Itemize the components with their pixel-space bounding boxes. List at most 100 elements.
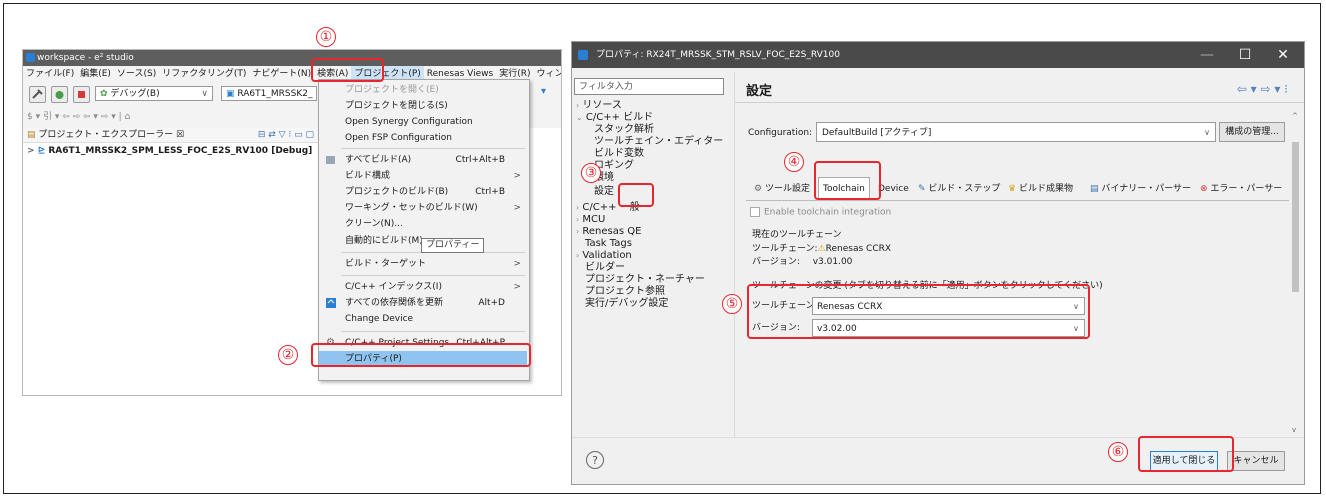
warning-icon: ⚠ bbox=[817, 244, 826, 254]
collapsed-arrow-icon: › bbox=[576, 203, 580, 212]
tab-error-parsers[interactable]: ⊗ エラー・パーサー bbox=[1196, 178, 1286, 200]
menu-item-cpp-index[interactable]: C/C++ インデックス(I) > bbox=[319, 279, 529, 295]
nav-item-resource[interactable]: › リソース bbox=[576, 100, 622, 112]
bug-icon bbox=[55, 91, 64, 99]
nav-item-task-tags[interactable]: Task Tags bbox=[585, 238, 632, 250]
tab-build-steps[interactable]: ✎ ビルド・ステップ bbox=[914, 178, 1004, 200]
menu-item-build-all[interactable]: すべてビルド(A) Ctrl+Alt+B bbox=[319, 152, 529, 168]
menu-item-clean[interactable]: クリーン(N)... bbox=[319, 216, 529, 232]
scrollbar-thumb[interactable] bbox=[1292, 142, 1299, 292]
tab-tool-settings[interactable]: ⚙ ツール設定 bbox=[750, 178, 814, 200]
nav-item-toolchain-editor[interactable]: ツールチェイン・エディター bbox=[594, 136, 723, 148]
current-version-row: バージョン: v3.01.00 bbox=[752, 254, 852, 267]
menu-item-open-fsp[interactable]: Open FSP Configuration bbox=[319, 130, 529, 146]
project-explorer-body: > ⊵ RA6T1_MRSSK2_SPM_LESS_FOC_E2S_RV100 … bbox=[23, 143, 318, 395]
dialog-title: プロパティ: RX24T_MRSSK_STM_RSLV_FOC_E2S_RV10… bbox=[596, 50, 840, 60]
nav-item-stack-analysis[interactable]: スタック解析 bbox=[594, 124, 654, 136]
nav-item-cpp-build[interactable]: ⌄ C/C++ ビルド bbox=[576, 112, 653, 124]
nav-item-run-debug-settings[interactable]: 実行/デバッグ設定 bbox=[585, 298, 668, 310]
chevron-down-icon: ∨ bbox=[201, 89, 208, 99]
tool-settings-icon: ⚙ bbox=[754, 184, 763, 194]
collapsed-arrow-icon: › bbox=[576, 227, 580, 236]
project-dropdown-menu: プロジェクトを開く(E) プロジェクトを閉じる(S) Open Synergy … bbox=[318, 79, 530, 381]
annotation-box-3 bbox=[618, 183, 654, 207]
nav-item-settings[interactable]: 設定 bbox=[594, 186, 614, 198]
launch-mode-label: デバッグ(B) bbox=[110, 89, 160, 99]
nav-item-project-references[interactable]: プロジェクト参照 bbox=[585, 286, 665, 298]
annotation-box-5 bbox=[747, 284, 1090, 339]
tab-build-artifact[interactable]: ♛ ビルド成果物 bbox=[1004, 178, 1077, 200]
binary-parser-icon: ▤ bbox=[1090, 184, 1099, 194]
scroll-up-icon[interactable]: ^ bbox=[1292, 112, 1298, 120]
tab-binary-parsers[interactable]: ▤ バイナリー・パーサー bbox=[1086, 178, 1195, 200]
nav-item-build-variables[interactable]: ビルド変数 bbox=[594, 148, 644, 160]
hammer-build-button[interactable] bbox=[29, 86, 46, 103]
expanded-arrow-icon: ⌄ bbox=[576, 113, 583, 122]
annotation-number-1: ① bbox=[316, 27, 336, 47]
cancel-button[interactable]: キャンセル bbox=[1227, 451, 1285, 471]
expand-arrow-icon: > bbox=[27, 146, 35, 156]
menu-item-close-project[interactable]: プロジェクトを閉じる(S) bbox=[319, 98, 529, 114]
nav-sash[interactable] bbox=[734, 72, 735, 438]
menu-item-build-project[interactable]: プロジェクトのビルド(B) Ctrl+B bbox=[319, 184, 529, 200]
help-icon[interactable]: ? bbox=[586, 451, 604, 469]
close-icon[interactable]: ✕ bbox=[1268, 42, 1298, 68]
build-artifact-icon: ♛ bbox=[1008, 184, 1017, 194]
current-version-label: バージョン: bbox=[752, 257, 800, 267]
current-toolchain-value: Renesas CCRX bbox=[825, 244, 892, 254]
project-tree-node[interactable]: > ⊵ RA6T1_MRSSK2_SPM_LESS_FOC_E2S_RV100 … bbox=[27, 146, 312, 156]
menu-refactor[interactable]: リファクタリング(T) bbox=[159, 66, 249, 82]
menu-item-build-config[interactable]: ビルド構成 > bbox=[319, 168, 529, 184]
configuration-value: DefaultBuild [アクティブ] bbox=[822, 128, 932, 138]
refresh-dependencies-icon bbox=[326, 298, 336, 308]
chip-icon: ▣ bbox=[226, 89, 235, 99]
history-nav-arrows[interactable]: ⇦ ▾ ⇨ ▾ ⁝ bbox=[1237, 82, 1288, 96]
stop-button[interactable] bbox=[73, 86, 90, 103]
menu-item-build-working-set[interactable]: ワーキング・セットのビルド(W) > bbox=[319, 200, 529, 216]
manage-configurations-button[interactable]: 構成の管理... bbox=[1219, 122, 1285, 142]
menu-navigate[interactable]: ナビゲート(N) bbox=[249, 66, 314, 82]
launch-mode-combo[interactable]: ✿ デバッグ(B) ∨ bbox=[95, 86, 213, 101]
explorer-view-icons[interactable]: ⊟ ⇄ ▽ ⁝ ▭ ▢ bbox=[258, 128, 314, 143]
window-title: workspace - e² studio bbox=[37, 53, 134, 63]
nav-item-project-natures[interactable]: プロジェクト・ネーチャー bbox=[585, 274, 705, 286]
current-toolchain-group-title: 現在のツールチェーン bbox=[752, 230, 842, 240]
nav-item-validation[interactable]: › Validation bbox=[576, 250, 632, 262]
annotation-number-2: ② bbox=[278, 345, 298, 365]
header-separator bbox=[735, 102, 1304, 103]
menu-item-open-synergy[interactable]: Open Synergy Configuration bbox=[319, 114, 529, 130]
error-parser-icon: ⊗ bbox=[1200, 184, 1208, 194]
configuration-label: Configuration: bbox=[748, 128, 813, 138]
menu-item-build-target[interactable]: ビルド・ターゲット > bbox=[319, 256, 529, 272]
collapsed-arrow-icon: › bbox=[576, 215, 580, 224]
annotation-box-4 bbox=[814, 161, 881, 200]
launch-config-combo[interactable]: ▣ RA6T1_MRSSK2_ bbox=[221, 86, 317, 101]
menu-item-update-dependencies[interactable]: すべての依存関係を更新 Alt+D bbox=[319, 295, 529, 311]
menu-file[interactable]: ファイル(F) bbox=[23, 66, 77, 82]
current-toolchain-label: ツールチェーン: bbox=[752, 244, 818, 254]
menu-edit[interactable]: 編集(E) bbox=[77, 66, 114, 82]
nav-item-builders[interactable]: ビルダー bbox=[585, 262, 625, 274]
hammer-icon bbox=[32, 89, 43, 99]
filter-input[interactable]: フィルタ入力 bbox=[574, 78, 724, 95]
nav-item-mcu[interactable]: › MCU bbox=[576, 214, 605, 226]
current-version-value: v3.01.00 bbox=[812, 257, 853, 267]
menu-window[interactable]: ウィンドウ(W) bbox=[534, 66, 561, 82]
e2studio-app-icon bbox=[26, 53, 35, 62]
annotation-number-4: ④ bbox=[784, 152, 804, 172]
bug-icon: ✿ bbox=[100, 89, 108, 99]
menu-item-change-device[interactable]: Change Device bbox=[319, 311, 529, 327]
minimize-icon[interactable]: — bbox=[1192, 42, 1222, 68]
maximize-icon[interactable]: ☐ bbox=[1230, 42, 1260, 68]
menu-source[interactable]: ソース(S) bbox=[114, 66, 159, 82]
configuration-select[interactable]: DefaultBuild [アクティブ] ∨ bbox=[816, 122, 1216, 142]
debug-bug-button[interactable] bbox=[51, 86, 68, 103]
enable-integration-checkbox[interactable]: Enable toolchain integration bbox=[750, 207, 891, 218]
scroll-down-icon[interactable]: v bbox=[1292, 426, 1296, 434]
annotation-box-2 bbox=[311, 343, 531, 367]
vertical-scrollbar[interactable]: ^ v bbox=[1290, 112, 1301, 434]
overflow-toolbar-icon[interactable]: ▾ bbox=[541, 86, 557, 101]
menu-item-open-project[interactable]: プロジェクトを開く(E) bbox=[319, 82, 529, 98]
checkbox-icon bbox=[750, 207, 760, 217]
nav-item-renesas-qe[interactable]: › Renesas QE bbox=[576, 226, 641, 238]
